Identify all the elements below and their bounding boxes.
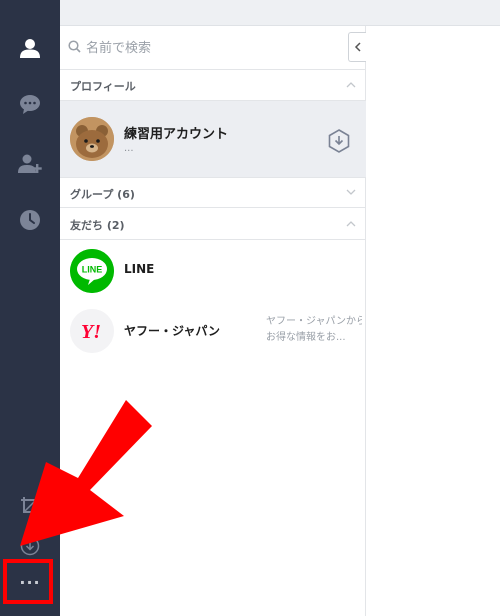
- chevron-down-icon: [346, 189, 356, 195]
- section-header-profile[interactable]: プロフィール: [60, 70, 366, 101]
- search-bar: [60, 26, 366, 70]
- friend-name: LINE: [124, 262, 155, 276]
- brown-bear-avatar-icon: [70, 117, 114, 161]
- list-item[interactable]: LINE LINE: [60, 242, 366, 298]
- section-label-profile: プロフィール: [70, 80, 136, 93]
- sidebar-item-capture[interactable]: [0, 484, 60, 528]
- line-logo-text: LINE: [82, 265, 103, 275]
- sidebar-item-chats[interactable]: [0, 82, 60, 126]
- friend-status-line: ヤフー・ジャパンから: [266, 316, 362, 327]
- timeline-icon: [20, 210, 40, 230]
- collapse-panel-button[interactable]: [348, 32, 366, 62]
- sidebar-item-add-friend[interactable]: [0, 142, 60, 186]
- keep-button[interactable]: [328, 129, 350, 157]
- line-app-window: ··· プロフィール: [0, 0, 500, 616]
- sidebar-item-friends[interactable]: [0, 26, 60, 70]
- search-icon: [68, 40, 81, 53]
- section-header-groups[interactable]: グループ (6): [60, 177, 366, 208]
- list-item[interactable]: Y! ヤフー・ジャパン ヤフー・ジャパンから お得な情報をお...: [60, 302, 366, 358]
- yahoo-logo-text: Y!: [81, 321, 101, 343]
- download-hex-icon: [328, 129, 350, 153]
- profile-row[interactable]: 練習用アカウント ...: [60, 101, 366, 177]
- title-bar: [60, 0, 500, 26]
- profile-name: 練習用アカウント: [124, 127, 229, 142]
- line-logo-icon: LINE: [70, 249, 114, 293]
- section-label-friends: 友だち (2): [70, 219, 125, 232]
- line-logo-avatar: LINE: [70, 249, 114, 293]
- friend-status-line: お得な情報をお...: [266, 332, 346, 343]
- profile-status-message: ...: [124, 143, 134, 154]
- chevron-up-icon: [346, 82, 356, 88]
- add-friend-icon: [18, 154, 42, 173]
- download-icon: [20, 536, 40, 556]
- chevron-up-icon: [346, 221, 356, 227]
- yahoo-logo-icon: Y!: [70, 309, 114, 353]
- yahoo-logo-avatar: Y!: [70, 309, 114, 353]
- friends-icon: [20, 39, 40, 58]
- chevron-left-icon: [354, 42, 361, 52]
- friend-name: ヤフー・ジャパン: [124, 324, 221, 338]
- search-input[interactable]: [86, 36, 346, 60]
- section-label-groups: グループ (6): [70, 188, 135, 201]
- sidebar-item-timeline[interactable]: [0, 198, 60, 242]
- crop-icon: [21, 497, 39, 515]
- detail-pane: [366, 26, 500, 616]
- section-header-friends[interactable]: 友だち (2): [60, 209, 366, 240]
- friend-status-message: ヤフー・ジャパンから お得な情報をお...: [266, 314, 362, 346]
- friends-list-panel: プロフィール 練習用アカウント ...: [60, 26, 366, 616]
- annotation-highlight-box: [3, 559, 53, 604]
- sidebar: ···: [0, 0, 60, 616]
- chat-icon: [20, 95, 40, 114]
- avatar: [70, 117, 114, 161]
